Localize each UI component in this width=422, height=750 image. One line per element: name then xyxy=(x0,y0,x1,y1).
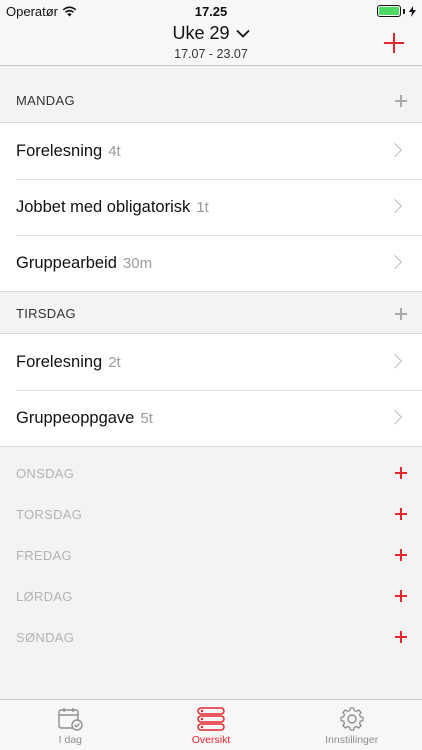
battery-icon xyxy=(377,5,416,17)
day-label: ONSDAG xyxy=(16,466,75,481)
chevron-right-icon xyxy=(387,142,403,158)
gear-icon xyxy=(339,707,364,731)
status-time: 17.25 xyxy=(194,4,228,19)
tab-bar: I dag Oversikt Innstillinger xyxy=(0,699,422,750)
add-to-day-button[interactable] xyxy=(395,590,407,602)
list-item[interactable]: Forelesning 2t xyxy=(0,334,422,390)
entry-title: Jobbet med obligatorisk xyxy=(16,197,191,216)
entry-duration: 4t xyxy=(108,142,121,160)
day-header-fredag: FREDAG xyxy=(0,529,422,570)
list-item[interactable]: Forelesning 4t xyxy=(0,123,422,179)
list-item[interactable]: Gruppeoppgave 5t xyxy=(0,390,422,446)
list-item[interactable]: Gruppearbeid 30m xyxy=(0,235,422,291)
entry-title: Gruppeoppgave xyxy=(16,408,135,427)
day-header-sondag: SØNDAG xyxy=(0,611,422,652)
day-header-torsdag: TORSDAG xyxy=(0,488,422,529)
entry-duration: 30m xyxy=(122,254,153,272)
calendar-check-icon xyxy=(58,708,84,731)
tab-i-dag[interactable]: I dag xyxy=(0,700,141,750)
day-label: TIRSDAG xyxy=(16,306,76,321)
entry-title: Forelesning xyxy=(16,352,103,371)
chevron-right-icon xyxy=(387,353,403,369)
chevron-down-icon xyxy=(235,29,250,38)
add-to-day-button[interactable] xyxy=(395,95,407,107)
add-entry-button[interactable] xyxy=(383,32,405,54)
add-to-day-button[interactable] xyxy=(395,631,407,643)
navigation-bar: Uke 29 17.07 - 23.07 xyxy=(0,22,422,66)
entry-duration: 1t xyxy=(196,198,209,216)
day-label: MANDAG xyxy=(16,93,75,108)
week-title: Uke 29 xyxy=(172,23,230,43)
status-bar: Operatør 17.25 xyxy=(0,0,422,22)
day-label: TORSDAG xyxy=(16,507,83,522)
day-header-onsdag: ONSDAG xyxy=(0,447,422,488)
list-item[interactable]: Jobbet med obligatorisk 1t xyxy=(0,179,422,235)
entry-title: Forelesning xyxy=(16,141,103,160)
day-entries-tirsdag: Forelesning 2t Gruppeoppgave 5t xyxy=(0,333,422,447)
add-to-day-button[interactable] xyxy=(395,508,407,520)
day-label: SØNDAG xyxy=(16,630,75,645)
tab-innstillinger[interactable]: Innstillinger xyxy=(281,700,422,750)
entry-title: Gruppearbeid xyxy=(16,253,117,272)
day-label: LØRDAG xyxy=(16,589,73,604)
add-to-day-button[interactable] xyxy=(395,549,407,561)
day-header-lordag: LØRDAG xyxy=(0,570,422,611)
charging-bolt-icon xyxy=(409,5,416,17)
day-header-mandag: MANDAG xyxy=(0,67,422,122)
entry-duration: 2t xyxy=(108,353,121,371)
tab-oversikt[interactable]: Oversikt xyxy=(141,700,282,750)
day-header-tirsdag: TIRSDAG xyxy=(0,292,422,333)
add-to-day-button[interactable] xyxy=(395,308,407,320)
add-to-day-button[interactable] xyxy=(395,467,407,479)
chevron-right-icon xyxy=(387,254,403,270)
day-label: FREDAG xyxy=(16,548,72,563)
week-date-range: 17.07 - 23.07 xyxy=(174,47,248,61)
day-entries-mandag: Forelesning 4t Jobbet med obligatorisk 1… xyxy=(0,122,422,292)
chevron-right-icon xyxy=(387,198,403,214)
list-icon xyxy=(197,707,225,731)
chevron-right-icon xyxy=(387,409,403,425)
tab-label: Innstillinger xyxy=(325,734,379,746)
week-overview-list: MANDAG Forelesning 4t Jobbet med obligat… xyxy=(0,67,422,652)
entry-duration: 5t xyxy=(140,409,153,427)
tab-label: I dag xyxy=(58,734,83,746)
tab-label: Oversikt xyxy=(191,734,231,746)
week-selector[interactable]: Uke 29 17.07 - 23.07 xyxy=(0,22,422,62)
